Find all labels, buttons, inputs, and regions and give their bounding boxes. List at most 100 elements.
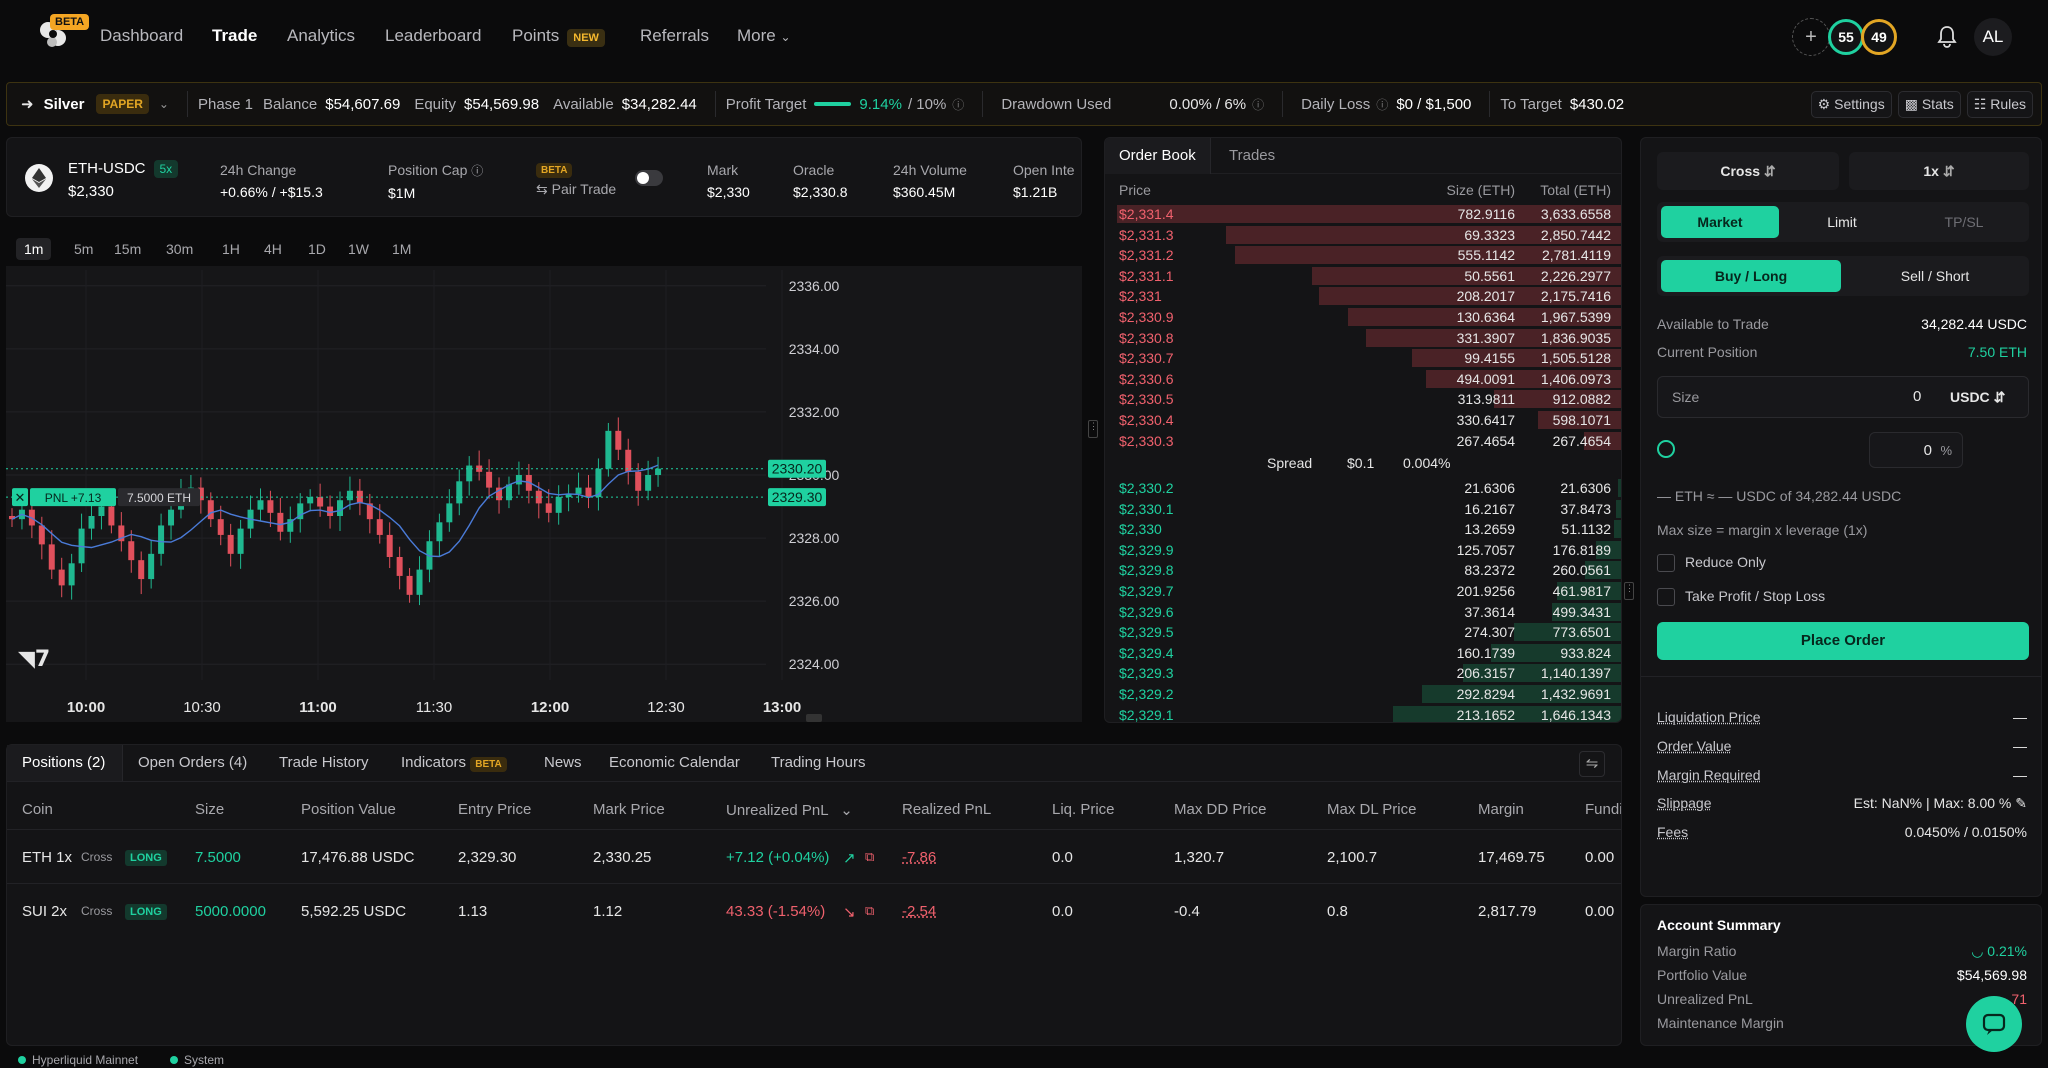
ob-ask-row[interactable]: $2,330.4 330.6417 598.1071 xyxy=(1105,410,1621,430)
ob-ask-row[interactable]: $2,331.2 555.1142 2,781.4119 xyxy=(1105,245,1621,265)
nav-points[interactable]: Points NEW xyxy=(512,26,605,47)
tab-indicators[interactable]: Indicators BETA xyxy=(401,745,507,781)
timeframe-1w[interactable]: 1W xyxy=(340,238,377,260)
timeframe-4h[interactable]: 4H xyxy=(256,238,290,260)
margin-required-label[interactable]: Margin Required xyxy=(1657,767,1761,783)
chevron-down-icon[interactable]: ⌄ xyxy=(159,97,169,111)
leverage-select[interactable]: 1x ⇵ xyxy=(1849,152,2029,190)
col-unrealized-pnl[interactable]: Unrealized PnL ⌄ xyxy=(726,801,853,819)
ob-bid-row[interactable]: $2,329.8 83.2372 260.0561 xyxy=(1105,560,1621,580)
system-status[interactable]: System xyxy=(170,1053,224,1067)
tab-order-book[interactable]: Order Book xyxy=(1105,138,1211,174)
liq-label[interactable]: Liquidation Price xyxy=(1657,709,1761,725)
resize-handle[interactable] xyxy=(806,714,822,722)
price-chart[interactable]: 2336.002334.002332.002330.002328.002326.… xyxy=(6,266,1082,722)
nav-referrals[interactable]: Referrals xyxy=(640,26,709,46)
ob-bid-row[interactable]: $2,329.3 206.3157 1,140.1397 xyxy=(1105,663,1621,683)
ob-bid-row[interactable]: $2,329.4 160.1739 933.824 xyxy=(1105,643,1621,663)
avatar[interactable]: AL xyxy=(1974,18,2012,56)
ob-ask-row[interactable]: $2,330.7 99.4155 1,505.5128 xyxy=(1105,348,1621,368)
score-ring-amber[interactable]: 49 xyxy=(1861,19,1897,55)
tab-trading-hours[interactable]: Trading Hours xyxy=(771,745,865,781)
add-widget-icon[interactable]: + xyxy=(1792,18,1830,56)
tab-trades[interactable]: Trades xyxy=(1215,138,1289,174)
order-value-label[interactable]: Order Value xyxy=(1657,738,1731,754)
market-selector[interactable]: ETH-USDC 5x $2,330 xyxy=(68,160,179,200)
pair-trade-toggle[interactable] xyxy=(635,170,663,186)
fees-label[interactable]: Fees xyxy=(1657,824,1688,840)
candlestick-chart[interactable]: 2336.002334.002332.002330.002328.002326.… xyxy=(6,266,1082,722)
stats-button[interactable]: ▩ Stats xyxy=(1897,90,1961,118)
resize-handle[interactable]: ⋮ xyxy=(1088,420,1098,438)
ob-bid-row[interactable]: $2,330 13.2659 51.1132 xyxy=(1105,519,1621,539)
filter-settings-icon[interactable]: ⇋ xyxy=(1579,751,1605,777)
tab-open-orders[interactable]: Open Orders (4) xyxy=(138,745,247,781)
timeframe-1m[interactable]: 1M xyxy=(384,238,419,260)
rules-button[interactable]: ☷ Rules xyxy=(1966,90,2033,118)
ob-bid-row[interactable]: $2,329.2 292.8294 1,432.9691 xyxy=(1105,684,1621,704)
tpsl-checkbox[interactable]: Take Profit / Stop Loss xyxy=(1657,588,2027,607)
info-icon[interactable]: ⓘ xyxy=(1376,96,1388,113)
timeframe-1m[interactable]: 1m xyxy=(16,238,52,260)
buy-long-button[interactable]: Buy / Long xyxy=(1661,260,1841,292)
tab-market[interactable]: Market xyxy=(1661,206,1779,238)
nav-trade[interactable]: Trade xyxy=(212,26,257,46)
tab-news[interactable]: News xyxy=(544,745,582,781)
ob-bid-row[interactable]: $2,329.6 37.3614 499.3431 xyxy=(1105,602,1621,622)
resize-handle[interactable]: ⋮ xyxy=(1624,582,1634,600)
score-ring-green[interactable]: 55 xyxy=(1828,19,1864,55)
place-order-button[interactable]: Place Order xyxy=(1657,622,2029,660)
ob-ask-row[interactable]: $2,330.3 267.4654 267.4654 xyxy=(1105,431,1621,451)
ob-ask-row[interactable]: $2,331.1 50.5561 2,226.2977 xyxy=(1105,266,1621,286)
network-status[interactable]: Hyperliquid Mainnet xyxy=(18,1053,138,1067)
tab-economic-calendar[interactable]: Economic Calendar xyxy=(609,745,740,781)
nav-analytics[interactable]: Analytics xyxy=(287,26,355,46)
info-icon[interactable]: ⓘ xyxy=(952,96,964,113)
ob-ask-row[interactable]: $2,331.3 69.3323 2,850.7442 xyxy=(1105,225,1621,245)
info-icon[interactable]: ⓘ xyxy=(471,164,483,178)
settings-button[interactable]: ⚙ Settings xyxy=(1810,90,1892,118)
share-icon[interactable]: ⧉ xyxy=(865,903,874,919)
margin-mode-select[interactable]: Cross ⇵ xyxy=(1657,152,1839,190)
timeframe-5m[interactable]: 5m xyxy=(66,238,101,260)
position-side-badge: LONG xyxy=(125,850,167,866)
checkbox-box[interactable] xyxy=(1657,554,1675,573)
bell-icon[interactable] xyxy=(1936,24,1958,52)
size-unit-select[interactable]: USDC ⇵ xyxy=(1950,389,2005,406)
reduce-only-checkbox[interactable]: Reduce Only xyxy=(1657,554,2027,573)
size-slider-handle[interactable] xyxy=(1657,440,1675,458)
ob-ask-row[interactable]: $2,331 208.2017 2,175.7416 xyxy=(1105,286,1621,306)
ob-bid-row[interactable]: $2,329.5 274.307 773.6501 xyxy=(1105,622,1621,642)
timeframe-1h[interactable]: 1H xyxy=(214,238,248,260)
sell-short-button[interactable]: Sell / Short xyxy=(1845,260,2025,292)
size-input[interactable]: Size 0 USDC ⇵ xyxy=(1657,376,2029,418)
pencil-icon[interactable]: ✎ xyxy=(2015,795,2027,811)
tab-trade-history[interactable]: Trade History xyxy=(279,745,368,781)
ob-bid-row[interactable]: $2,329.1 213.1652 1,646.1343 xyxy=(1105,705,1621,722)
nav-more[interactable]: More ⌄ xyxy=(737,26,791,46)
timeframe-1d[interactable]: 1D xyxy=(300,238,334,260)
ob-bid-row[interactable]: $2,329.9 125.7057 176.8189 xyxy=(1105,540,1621,560)
ob-bid-row[interactable]: $2,329.7 201.9256 461.9817 xyxy=(1105,581,1621,601)
ob-ask-row[interactable]: $2,330.6 494.0091 1,406.0973 xyxy=(1105,369,1621,389)
tab-positions[interactable]: Positions (2) xyxy=(22,745,105,781)
candle-body xyxy=(406,575,413,595)
percent-input[interactable]: 0 % xyxy=(1869,432,1963,468)
checkbox-box[interactable] xyxy=(1657,588,1675,607)
ob-ask-row[interactable]: $2,330.9 130.6364 1,967.5399 xyxy=(1105,307,1621,327)
ob-ask-row[interactable]: $2,330.8 331.3907 1,836.9035 xyxy=(1105,328,1621,348)
nav-dashboard[interactable]: Dashboard xyxy=(100,26,183,46)
chat-button[interactable] xyxy=(1966,996,2022,1052)
share-icon[interactable]: ⧉ xyxy=(865,849,874,865)
ob-ask-row[interactable]: $2,331.4 782.9116 3,633.6558 xyxy=(1105,204,1621,224)
timeframe-15m[interactable]: 15m xyxy=(106,238,149,260)
ob-ask-row[interactable]: $2,330.5 313.9811 912.0882 xyxy=(1105,389,1621,409)
tab-limit[interactable]: Limit xyxy=(1783,206,1901,238)
slippage-label[interactable]: Slippage xyxy=(1657,795,1712,811)
info-icon[interactable]: ⓘ xyxy=(1252,96,1264,113)
tab-tpsl[interactable]: TP/SL xyxy=(1905,206,2023,238)
nav-leaderboard[interactable]: Leaderboard xyxy=(385,26,481,46)
timeframe-30m[interactable]: 30m xyxy=(158,238,201,260)
ob-bid-row[interactable]: $2,330.2 21.6306 21.6306 xyxy=(1105,478,1621,498)
ob-bid-row[interactable]: $2,330.1 16.2167 37.8473 xyxy=(1105,499,1621,519)
